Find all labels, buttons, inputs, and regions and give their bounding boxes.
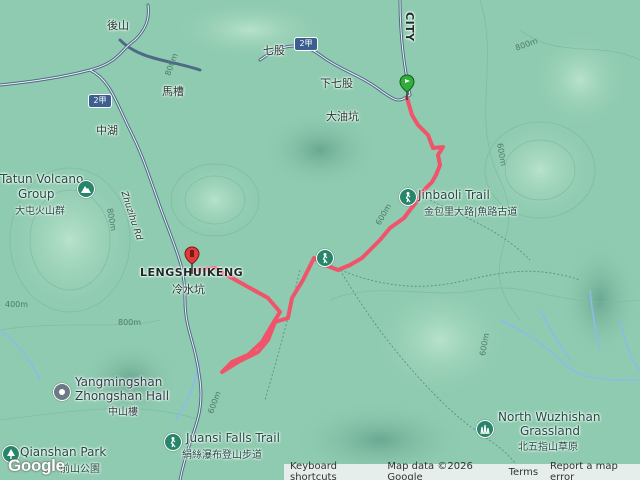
place-houshan: 後山 <box>107 19 129 32</box>
poi-datun-label-zh: 大屯火山群 <box>15 206 65 217</box>
mountain-icon[interactable] <box>77 180 95 198</box>
poi-qianshan-label-zh: 前山公園 <box>60 464 100 475</box>
poi-wuzhishan-label-zh: 北五指山草原 <box>518 442 578 453</box>
poi-zhongshan-label-1[interactable]: Yangmingshan <box>75 375 162 389</box>
contour-label: 800m <box>118 318 142 327</box>
hiking-trail-icon[interactable] <box>316 249 334 267</box>
poi-wuzhishan-label-2[interactable]: Grassland <box>520 424 580 438</box>
place-zhonghu: 中湖 <box>96 124 118 137</box>
keyboard-shortcuts-link[interactable]: Keyboard shortcuts <box>284 461 381 480</box>
place-dayoukeng: 大油坑 <box>326 110 359 123</box>
hiking-trail-icon[interactable] <box>399 188 417 206</box>
map-canvas[interactable]: 後山 七股 下七股 馬槽 大油坑 中湖 CITY LENGSHUIKENG 冷水… <box>0 0 640 480</box>
poi-zhongshan-label-2[interactable]: Zhongshan Hall <box>75 389 169 403</box>
place-city: CITY <box>403 12 416 42</box>
landmark-icon[interactable] <box>53 383 71 401</box>
poi-datun-label-1[interactable]: Tatun Volcano <box>0 172 83 186</box>
google-logo[interactable]: Google <box>8 456 65 476</box>
map-data-text: Map data ©2026 Google <box>387 461 473 480</box>
contour-label: 400m <box>5 300 29 309</box>
report-map-error-link[interactable]: Report a map error <box>544 461 640 480</box>
place-qigu: 七股 <box>263 44 285 57</box>
terrain-layer <box>0 0 640 480</box>
poi-juansi-label[interactable]: Juansi Falls Trail <box>186 431 280 445</box>
grassland-icon[interactable] <box>476 420 494 438</box>
end-marker-icon[interactable] <box>184 246 200 278</box>
attribution-bar: Keyboard shortcuts Map data ©2026 Google… <box>284 461 640 480</box>
poi-zhongshan-label-zh: 中山樓 <box>108 407 138 418</box>
route-shield-2jia-north: 2甲 <box>294 37 318 51</box>
poi-datun-label-2[interactable]: Group <box>18 187 55 201</box>
place-macao: 馬槽 <box>162 85 184 98</box>
terms-link[interactable]: Terms <box>503 467 544 478</box>
poi-juansi-label-zh: 絹絲瀑布登山步道 <box>182 450 262 461</box>
hiking-trail-icon[interactable] <box>164 433 182 451</box>
route-shield-2jia-west: 2甲 <box>88 94 112 108</box>
poi-jinbaoli-label-zh: 金包里大路|魚路古道 <box>424 207 518 218</box>
place-lengshuikeng-zh: 冷水坑 <box>172 283 205 296</box>
place-xiaqigu: 下七股 <box>320 77 353 90</box>
poi-jinbaoli-label[interactable]: Jinbaoli Trail <box>418 188 490 202</box>
poi-wuzhishan-label-1[interactable]: North Wuzhishan <box>498 410 600 424</box>
start-marker-icon[interactable] <box>399 74 415 104</box>
